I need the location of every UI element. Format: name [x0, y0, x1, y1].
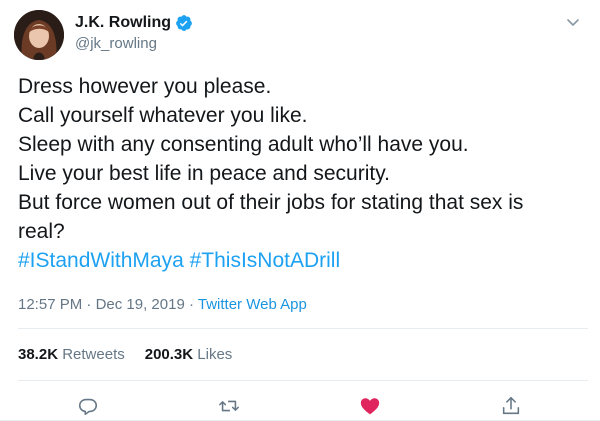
divider [18, 380, 588, 381]
likes-label: Likes [197, 346, 233, 363]
tweet-actions [0, 393, 600, 419]
divider [18, 328, 588, 329]
tweet-menu-button[interactable] [564, 13, 582, 31]
author-handle[interactable]: @jk_rowling [75, 35, 157, 52]
tweet-line: Dress however you please. [18, 75, 272, 98]
likes-count: 200.3K [144, 346, 194, 363]
tweet-stats: 38.2K Retweets 200.3K Likes [18, 346, 232, 363]
meta-separator: · [188, 296, 194, 313]
likes-stat[interactable]: 200.3K Likes [145, 346, 233, 363]
tweet-line: real? [18, 220, 65, 243]
share-icon [502, 396, 520, 415]
author-name[interactable]: J.K. Rowling [75, 14, 171, 32]
retweets-count: 38.2K [18, 346, 59, 363]
tweet-line: But force women out of their jobs for st… [18, 191, 524, 214]
reply-button[interactable] [75, 393, 101, 419]
tweet-card: J.K. Rowling @jk_rowling Dress however y… [0, 0, 600, 421]
tweet-time[interactable]: 12:57 PM [18, 296, 82, 313]
avatar-image [14, 10, 64, 60]
avatar[interactable] [14, 10, 64, 60]
reply-icon [78, 398, 98, 416]
hashtag-line: #IStandWithMaya #ThisIsNotADrill [18, 246, 588, 275]
author-name-row: J.K. Rowling [75, 14, 193, 32]
hashtag-link[interactable]: #IStandWithMaya [18, 249, 184, 272]
hashtag-link[interactable]: #ThisIsNotADrill [190, 249, 341, 272]
retweets-stat[interactable]: 38.2K Retweets [18, 346, 125, 363]
retweet-button[interactable] [216, 393, 242, 419]
chevron-down-icon [567, 19, 579, 26]
tweet-line: Sleep with any consenting adult who’ll h… [18, 133, 469, 156]
like-button[interactable] [357, 393, 383, 419]
retweets-label: Retweets [62, 346, 125, 363]
tweet-source-link[interactable]: Twitter Web App [198, 296, 307, 313]
tweet-line: Live your best life in peace and securit… [18, 162, 390, 185]
heart-icon [360, 398, 380, 415]
tweet-line: Call yourself whatever you like. [18, 104, 308, 127]
share-button[interactable] [498, 393, 524, 419]
tweet-text: Dress however you please. Call yourself … [18, 72, 588, 275]
retweet-icon [219, 400, 239, 412]
verified-badge-icon [176, 15, 192, 31]
tweet-meta: 12:57 PM · Dec 19, 2019 · Twitter Web Ap… [18, 296, 307, 313]
meta-separator: · [86, 296, 92, 313]
tweet-date[interactable]: Dec 19, 2019 [96, 296, 185, 313]
